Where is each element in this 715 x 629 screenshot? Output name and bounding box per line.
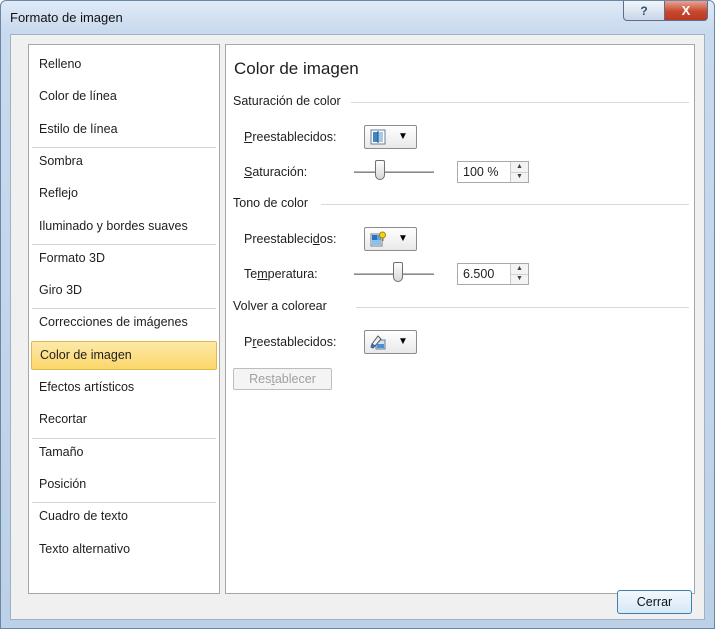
sidebar-item[interactable]: Posición: [31, 470, 217, 499]
tone-presets-dropdown[interactable]: ▼: [364, 227, 417, 251]
spin-down-icon[interactable]: ▼: [511, 172, 528, 182]
sidebar-item[interactable]: Reflejo: [31, 179, 217, 208]
saturation-slider-thumb[interactable]: [375, 160, 386, 180]
temperature-spinner[interactable]: 6.500 ▲ ▼: [457, 263, 529, 285]
dialog-window: Formato de imagen ? X Relleno Color de lí…: [0, 0, 715, 629]
sidebar-item[interactable]: Correcciones de imágenes: [31, 308, 217, 337]
chevron-down-icon: ▼: [398, 131, 408, 142]
help-icon: ?: [640, 3, 648, 18]
sidebar-item[interactable]: Color de línea: [31, 82, 217, 111]
group-divider: [351, 102, 689, 103]
group-tone-label: Tono de color: [233, 196, 315, 210]
sidebar-item[interactable]: Formato 3D: [31, 244, 217, 273]
saturation-spinner[interactable]: 100 % ▲ ▼: [457, 161, 529, 183]
saturation-value[interactable]: 100 %: [463, 165, 498, 179]
group-divider: [321, 204, 689, 205]
category-list: Relleno Color de línea Estilo de línea Somb…: [28, 44, 220, 594]
dialog-body: Relleno Color de línea Estilo de línea Somb…: [10, 34, 705, 620]
sidebar-item[interactable]: Efectos artísticos: [31, 373, 217, 402]
saturation-preset-icon: [370, 129, 386, 145]
panel-heading: Color de imagen: [234, 59, 359, 78]
recolor-presets-label: Preestablecidos:: [244, 335, 337, 349]
saturation-presets-label: Preestablecidos:: [244, 130, 337, 144]
group-divider: [356, 307, 689, 308]
recolor-presets-dropdown[interactable]: ▼: [364, 330, 417, 354]
temperature-spin-buttons: ▲ ▼: [510, 264, 528, 284]
saturation-spin-buttons: ▲ ▼: [510, 162, 528, 182]
spin-down-icon[interactable]: ▼: [511, 274, 528, 284]
dialog-title: Formato de imagen: [10, 10, 123, 25]
group-recolor-label: Volver a colorear: [233, 299, 333, 313]
sidebar-item[interactable]: Sombra: [31, 147, 217, 176]
recolor-preset-icon: [370, 335, 386, 350]
title-bar[interactable]: Formato de imagen ? X: [1, 1, 714, 33]
reset-button[interactable]: Restablecer: [233, 368, 332, 390]
sidebar-item[interactable]: Texto alternativo: [31, 535, 217, 564]
sidebar-item[interactable]: Recortar: [31, 405, 217, 434]
sidebar-item[interactable]: Cuadro de texto: [31, 502, 217, 531]
temperature-label: Temperatura:: [244, 267, 318, 281]
sidebar-item[interactable]: Giro 3D: [31, 276, 217, 305]
sidebar-item[interactable]: Estilo de línea: [31, 115, 217, 144]
sidebar-item[interactable]: Relleno: [31, 50, 217, 79]
saturation-slider-track[interactable]: [354, 171, 434, 173]
sidebar-item[interactable]: Tamaño: [31, 438, 217, 467]
temperature-slider-thumb[interactable]: [393, 262, 403, 282]
group-saturation-label: Saturación de color: [233, 94, 347, 108]
chevron-down-icon: ▼: [398, 336, 408, 347]
sidebar-item[interactable]: Iluminado y bordes suaves: [31, 212, 217, 241]
saturation-label: Saturación:: [244, 165, 308, 179]
close-button[interactable]: Cerrar: [617, 590, 692, 614]
tone-preset-icon: [370, 231, 386, 247]
tone-presets-label: Preestablecidos:: [244, 232, 337, 246]
close-icon: X: [681, 3, 691, 18]
close-window-button[interactable]: X: [664, 1, 708, 21]
temperature-value[interactable]: 6.500: [463, 267, 494, 281]
help-button[interactable]: ?: [623, 1, 665, 21]
settings-panel: Color de imagen Saturación de color Pree…: [225, 44, 695, 594]
chevron-down-icon: ▼: [398, 233, 408, 244]
saturation-presets-dropdown[interactable]: ▼: [364, 125, 417, 149]
sidebar-item[interactable]: Color de imagen: [31, 340, 217, 370]
